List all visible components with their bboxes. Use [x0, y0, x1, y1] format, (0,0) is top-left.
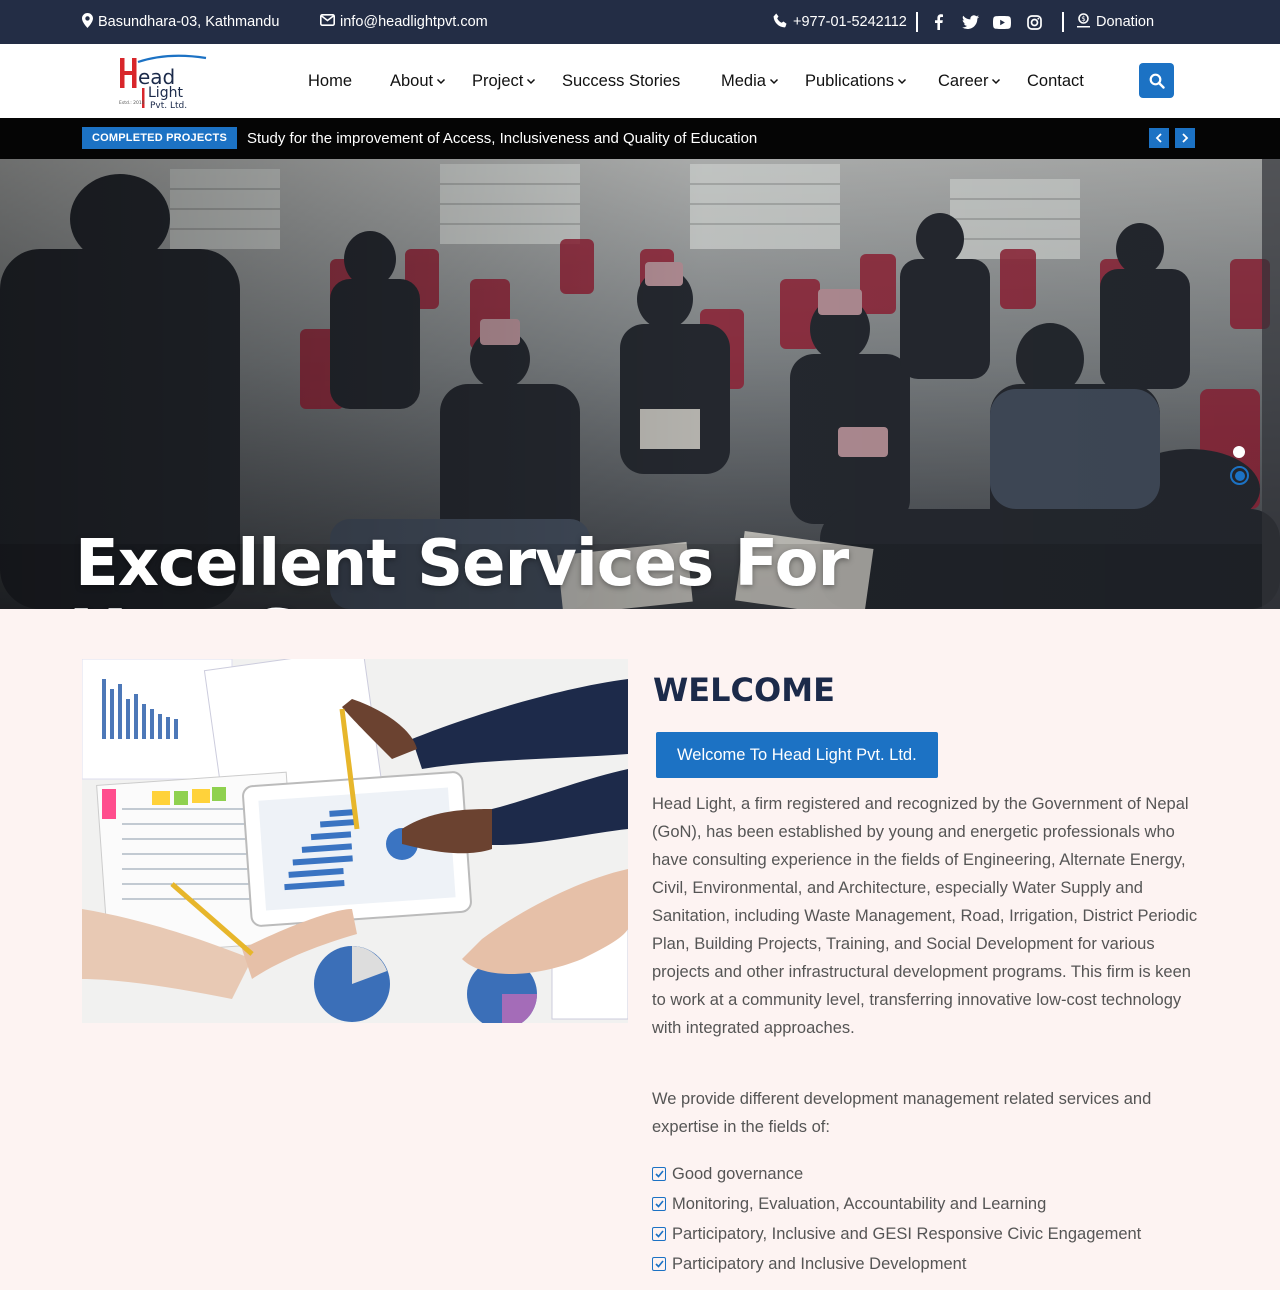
- nav-item-label[interactable]: Home: [308, 72, 352, 91]
- nav-item-label[interactable]: Project: [472, 72, 523, 91]
- list-item: Participatory and Inclusive Development: [652, 1249, 1141, 1279]
- chevron-down-icon: [437, 78, 446, 85]
- divider: [1062, 12, 1064, 32]
- checkbox-icon: [652, 1167, 666, 1181]
- donation-text[interactable]: Donation: [1096, 14, 1154, 30]
- nav-item-project[interactable]: Project: [472, 44, 536, 118]
- youtube-icon[interactable]: [986, 15, 1018, 29]
- nav-item-label[interactable]: Media: [721, 72, 766, 91]
- phone-text[interactable]: +977-01-5242112: [793, 14, 907, 30]
- welcome-paragraph-1: Head Light, a firm registered and recogn…: [652, 795, 1198, 1037]
- ticker-text[interactable]: Study for the improvement of Access, Inc…: [247, 118, 757, 159]
- list-item: Monitoring, Evaluation, Accountability a…: [652, 1189, 1141, 1219]
- ticker-next-button[interactable]: [1175, 128, 1195, 148]
- ticker-prev-button[interactable]: [1149, 128, 1169, 148]
- nav-item-label[interactable]: Success Stories: [562, 72, 680, 91]
- chevron-down-icon: [527, 78, 536, 85]
- nav-item-media[interactable]: Media: [721, 44, 779, 118]
- nav-item-label[interactable]: Contact: [1027, 72, 1084, 91]
- list-item-text: Participatory, Inclusive and GESI Respon…: [672, 1224, 1142, 1243]
- nav-item-success-stories[interactable]: Success Stories: [562, 44, 680, 118]
- slider-dot-2-active[interactable]: [1230, 466, 1249, 485]
- slider-dot-1[interactable]: [1233, 446, 1245, 458]
- list-item: Good governance: [652, 1159, 1141, 1189]
- nav-item-career[interactable]: Career: [938, 44, 1001, 118]
- main-navigation: ead Light Pvt. Ltd. Estd.: 2016 Home Abo…: [0, 44, 1280, 118]
- address: Basundhara-03, Kathmandu: [82, 0, 279, 44]
- list-item-text: Good governance: [672, 1164, 804, 1183]
- phone-icon: [773, 13, 788, 32]
- email-text[interactable]: info@headlightpvt.com: [340, 14, 488, 30]
- svg-text:Estd.: 2016: Estd.: 2016: [119, 100, 145, 106]
- welcome-subtitle-banner: Welcome To Head Light Pvt. Ltd.: [656, 732, 938, 778]
- location-pin-icon: [82, 12, 93, 32]
- ticker-badge: COMPLETED PROJECTS: [82, 127, 238, 149]
- chevron-down-icon: [992, 78, 1001, 85]
- nav-item-label[interactable]: Career: [938, 72, 988, 91]
- envelope-icon: [320, 14, 335, 30]
- social-links: [922, 0, 1050, 44]
- nav-item-label[interactable]: About: [390, 72, 433, 91]
- welcome-photo: [82, 659, 628, 1023]
- news-ticker: COMPLETED PROJECTS Study for the improve…: [0, 118, 1280, 159]
- search-button[interactable]: [1139, 63, 1174, 98]
- list-item-text: Participatory and Inclusive Development: [672, 1254, 967, 1273]
- divider: [916, 12, 918, 32]
- company-logo[interactable]: ead Light Pvt. Ltd. Estd.: 2016: [118, 54, 210, 111]
- instagram-icon[interactable]: [1018, 14, 1050, 30]
- phone-link[interactable]: +977-01-5242112: [773, 0, 907, 44]
- checkbox-icon: [652, 1227, 666, 1241]
- checkbox-icon: [652, 1197, 666, 1211]
- list-item-text: Monitoring, Evaluation, Accountability a…: [672, 1194, 1047, 1213]
- list-item: Participatory, Inclusive and GESI Respon…: [652, 1219, 1141, 1249]
- facebook-icon[interactable]: [922, 14, 954, 30]
- donation-link[interactable]: $ Donation: [1076, 0, 1154, 44]
- hero-headline: Excellent Services For Your Success: [75, 527, 849, 609]
- welcome-heading: WELCOME: [653, 671, 835, 709]
- hero-slider: Excellent Services For Your Success: [0, 159, 1280, 609]
- welcome-section: WELCOME Welcome To Head Light Pvt. Ltd. …: [0, 609, 1280, 1290]
- nav-item-home[interactable]: Home: [308, 44, 352, 118]
- chevron-down-icon: [897, 78, 907, 85]
- services-list: Good governance Monitoring, Evaluation, …: [652, 1159, 1141, 1279]
- slider-dot-fill: [1234, 470, 1245, 481]
- svg-text:Pvt. Ltd.: Pvt. Ltd.: [150, 101, 187, 110]
- nav-item-publications[interactable]: Publications: [805, 44, 907, 118]
- top-bar: Basundhara-03, Kathmandu info@headlightp…: [0, 0, 1280, 44]
- nav-item-about[interactable]: About: [390, 44, 446, 118]
- twitter-icon[interactable]: [954, 15, 986, 29]
- email-link[interactable]: info@headlightpvt.com: [320, 0, 488, 44]
- welcome-paragraph-2: We provide different development managem…: [652, 1090, 1152, 1136]
- checkbox-icon: [652, 1257, 666, 1271]
- nav-item-label[interactable]: Publications: [805, 72, 894, 91]
- svg-text:$: $: [1081, 15, 1085, 23]
- address-text: Basundhara-03, Kathmandu: [98, 14, 280, 30]
- search-icon: [1149, 73, 1165, 89]
- hero-headline-line1: Excellent Services For: [75, 527, 849, 601]
- svg-text:Light: Light: [148, 85, 183, 101]
- donation-icon: $: [1076, 12, 1091, 32]
- nav-item-contact[interactable]: Contact: [1027, 44, 1084, 118]
- chevron-down-icon: [769, 78, 778, 85]
- chevron-left-icon: [1155, 133, 1162, 143]
- chevron-right-icon: [1182, 133, 1189, 143]
